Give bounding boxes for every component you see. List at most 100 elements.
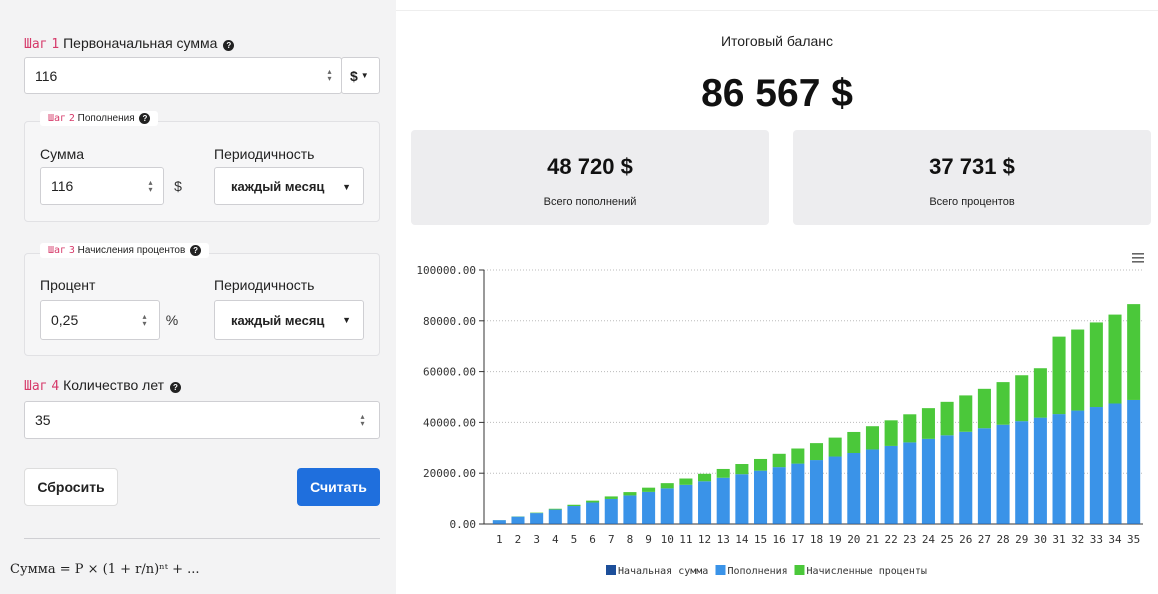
x-tick-label: 28	[996, 533, 1009, 546]
x-tick-label: 18	[810, 533, 823, 546]
x-tick-label: 3	[533, 533, 540, 546]
bar-interest	[586, 500, 600, 503]
deposits-card: 48 720 $ Всего пополнений	[411, 130, 769, 225]
x-tick-label: 11	[679, 533, 692, 546]
years-spinner-icon[interactable]: ▴ ▾	[359, 413, 366, 428]
bar-deposits	[1127, 399, 1141, 524]
bar-deposits	[1071, 410, 1085, 524]
currency-select[interactable]: $ ▼	[341, 57, 380, 94]
bar-interest	[828, 437, 842, 457]
deposit-sum-input[interactable]: 116	[40, 167, 164, 205]
initial-amount-input[interactable]: 116	[24, 57, 342, 94]
divider	[396, 10, 1158, 11]
interest-caption: Всего процентов	[929, 196, 1015, 208]
bar-interest	[660, 483, 674, 489]
x-tick-label: 30	[1034, 533, 1047, 546]
step4-title: Шаг 4 Количество лет ?	[24, 377, 181, 394]
deposit-spinner-icon[interactable]: ▴ ▾	[147, 179, 154, 194]
help-icon[interactable]: ?	[169, 382, 181, 393]
x-tick-label: 22	[885, 533, 898, 546]
step3-number: 3	[68, 245, 75, 256]
reset-button[interactable]: Сбросить	[24, 468, 118, 506]
x-tick-label: 17	[791, 533, 804, 546]
x-tick-label: 2	[515, 533, 522, 546]
x-tick-label: 4	[552, 533, 559, 546]
rate-percent-addon: %	[165, 312, 179, 328]
x-tick-label: 32	[1071, 533, 1084, 546]
bar-deposits	[940, 435, 954, 524]
x-tick-label: 20	[847, 533, 860, 546]
help-icon[interactable]: ?	[139, 113, 151, 124]
rate-spinner-icon[interactable]: ▴ ▾	[141, 313, 148, 328]
interest-period-select[interactable]: каждый месяц ▼	[214, 300, 364, 340]
bar-interest	[1052, 336, 1066, 415]
step4-label: Количество лет	[63, 377, 165, 393]
help-icon[interactable]: ?	[223, 40, 235, 51]
deposit-period-select[interactable]: каждый месяц ▼	[214, 167, 364, 205]
x-tick-label: 35	[1127, 533, 1140, 546]
step3-word: Шаг	[48, 245, 67, 256]
interest-card: 37 731 $ Всего процентов	[793, 130, 1151, 225]
bar-interest	[1015, 375, 1029, 422]
menu-icon[interactable]	[1132, 253, 1144, 255]
bar-deposits	[828, 456, 842, 524]
deposit-currency-addon: $	[174, 178, 182, 194]
x-tick-label: 12	[698, 533, 711, 546]
help-icon[interactable]: ?	[190, 245, 202, 256]
chevron-down-icon: ▼	[360, 71, 369, 80]
bar-deposits	[623, 495, 637, 524]
deposit-sum-value: 116	[51, 178, 74, 194]
bar-deposits	[809, 460, 824, 524]
bar-deposits	[1015, 421, 1029, 524]
bar-deposits	[753, 470, 768, 524]
x-tick-label: 27	[978, 533, 991, 546]
x-tick-label: 7	[608, 533, 615, 546]
bar-interest	[548, 508, 562, 510]
step1-title: Шаг 1 Первоначальная сумма ?	[24, 35, 235, 52]
y-tick-label: 60000.00	[423, 366, 476, 379]
bar-deposits	[865, 449, 880, 524]
divider	[24, 538, 380, 539]
bar-deposits	[511, 516, 525, 524]
legend-initial-label[interactable]: Начальная сумма	[618, 566, 708, 577]
bar-deposits	[567, 506, 581, 524]
bar-deposits	[698, 481, 712, 524]
menu-icon[interactable]	[1132, 261, 1144, 263]
bar-deposits	[791, 463, 805, 524]
y-tick-label: 40000.00	[423, 416, 476, 429]
initial-amount-spinner-icon[interactable]: ▴ ▾	[326, 68, 333, 83]
bar-interest	[1033, 368, 1047, 418]
x-tick-label: 31	[1052, 533, 1065, 546]
bar-deposits	[1033, 417, 1047, 524]
x-tick-label: 26	[959, 533, 972, 546]
bar-interest	[1089, 322, 1103, 408]
x-tick-label: 29	[1015, 533, 1028, 546]
bar-interest	[642, 487, 656, 492]
deposit-period-value: каждый месяц	[231, 178, 325, 194]
legend-interest-label[interactable]: Начисленные проценты	[807, 566, 927, 577]
menu-icon[interactable]	[1132, 257, 1144, 259]
bar-deposits	[735, 474, 749, 524]
bar-interest	[772, 453, 786, 468]
formula: Сумма = P × (1 + r/n)ⁿᵗ + ...	[10, 562, 200, 577]
calculate-button[interactable]: Считать	[297, 468, 380, 506]
bar-interest	[884, 420, 898, 446]
bar-deposits	[1052, 414, 1066, 524]
step3-label: Начисления процентов	[77, 245, 186, 256]
years-input[interactable]: 35	[24, 401, 380, 439]
bar-interest	[977, 388, 991, 429]
bar-deposits	[772, 467, 786, 524]
bar-deposits	[530, 513, 544, 524]
legend-initial-swatch[interactable]	[606, 565, 616, 575]
legend-deposits-label[interactable]: Пополнения	[728, 566, 788, 577]
bar-interest	[753, 458, 768, 471]
x-tick-label: 5	[571, 533, 578, 546]
chevron-down-icon: ▼	[342, 315, 351, 325]
step2-number: 2	[68, 113, 75, 124]
step2-word: Шаг	[48, 113, 67, 124]
legend-deposits-swatch[interactable]	[715, 565, 726, 575]
legend-interest-swatch[interactable]	[794, 565, 805, 575]
total-balance: 86 567 $	[701, 72, 853, 115]
step1-label: Первоначальная сумма	[63, 35, 218, 51]
bar-deposits	[586, 502, 600, 524]
